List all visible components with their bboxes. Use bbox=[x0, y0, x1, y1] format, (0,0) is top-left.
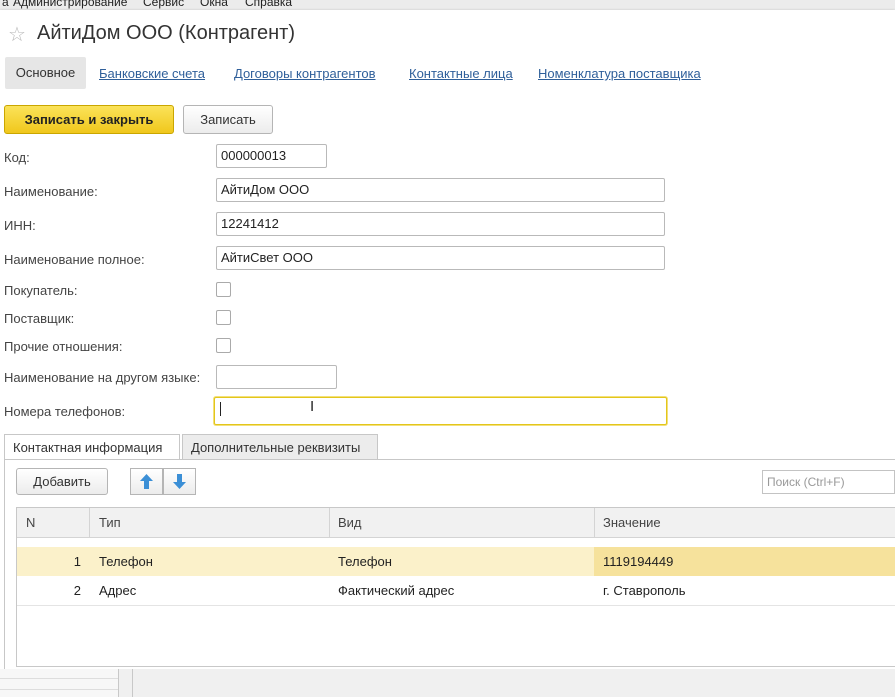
fullname-label: Наименование полное: bbox=[4, 252, 145, 267]
background-divider bbox=[132, 669, 133, 697]
row-value[interactable]: 1119194449 bbox=[603, 547, 673, 576]
phones-field[interactable] bbox=[214, 397, 667, 425]
table-header: N Тип Вид Значение bbox=[17, 508, 895, 538]
other-language-name-field[interactable] bbox=[216, 365, 337, 389]
menu-item-help[interactable]: Справка bbox=[245, 0, 292, 9]
main-menu-bar: а Администрирование Сервис Окна Справка bbox=[0, 0, 895, 10]
table-row[interactable]: 2 Адрес Фактический адрес г. Ставрополь bbox=[17, 576, 895, 605]
move-up-button[interactable] bbox=[130, 468, 163, 495]
row-value[interactable]: г. Ставрополь bbox=[603, 576, 686, 605]
row-divider bbox=[17, 605, 895, 606]
inn-field[interactable]: 12241412 bbox=[216, 212, 665, 236]
subtab-divider bbox=[4, 459, 895, 460]
favorite-star-icon[interactable]: ☆ bbox=[8, 22, 26, 47]
save-and-close-button[interactable]: Записать и закрыть bbox=[4, 105, 174, 134]
text-caret bbox=[220, 402, 221, 416]
other-relations-checkbox[interactable] bbox=[216, 338, 231, 353]
subtab-contact-info[interactable]: Контактная информация bbox=[4, 434, 180, 460]
tab-bank-accounts[interactable]: Банковские счета bbox=[99, 66, 205, 81]
menu-item-partial[interactable]: а bbox=[2, 0, 9, 9]
code-field[interactable]: 000000013 bbox=[216, 144, 327, 168]
menu-item-service[interactable]: Сервис bbox=[143, 0, 184, 9]
background-area bbox=[0, 669, 895, 697]
table-row[interactable]: 1 Телефон Телефон 1119194449 bbox=[17, 547, 895, 576]
tab-main[interactable]: Основное bbox=[5, 57, 86, 89]
form-title: АйтиДом ООО (Контрагент) bbox=[37, 22, 295, 44]
tab-supplier-nomenclature[interactable]: Номенклатура поставщика bbox=[538, 66, 701, 81]
column-header-value[interactable]: Значение bbox=[603, 508, 661, 537]
row-number: 1 bbox=[73, 554, 81, 569]
save-button[interactable]: Записать bbox=[183, 105, 273, 134]
name-label: Наименование: bbox=[4, 184, 98, 199]
arrow-up-icon bbox=[140, 474, 153, 489]
supplier-checkbox[interactable] bbox=[216, 310, 231, 325]
row-type: Адрес bbox=[99, 583, 137, 598]
name-field[interactable]: АйтиДом ООО bbox=[216, 178, 665, 202]
column-header-kind[interactable]: Вид bbox=[338, 508, 362, 537]
column-separator bbox=[89, 508, 90, 537]
phones-label: Номера телефонов: bbox=[4, 404, 126, 419]
menu-item-windows[interactable]: Окна bbox=[200, 0, 228, 9]
panel-left-border bbox=[4, 460, 5, 669]
form-window: ☆ АйтиДом ООО (Контрагент) Основное Банк… bbox=[0, 10, 895, 669]
other-relations-label: Прочие отношения: bbox=[4, 339, 123, 354]
inn-label: ИНН: bbox=[4, 218, 36, 233]
column-separator bbox=[329, 508, 330, 537]
row-number: 2 bbox=[73, 583, 81, 598]
buyer-checkbox[interactable] bbox=[216, 282, 231, 297]
code-label: Код: bbox=[4, 150, 30, 165]
column-header-n[interactable]: N bbox=[26, 508, 35, 537]
contact-info-table: N Тип Вид Значение 1 Телефон Телефон 111… bbox=[16, 507, 895, 667]
background-panel bbox=[0, 669, 119, 697]
menu-item-administration[interactable]: Администрирование bbox=[13, 0, 127, 9]
buyer-label: Покупатель: bbox=[4, 283, 78, 298]
add-contact-button[interactable]: Добавить bbox=[16, 468, 108, 495]
search-input[interactable]: Поиск (Ctrl+F) bbox=[762, 470, 895, 494]
fullname-field[interactable]: АйтиСвет ООО bbox=[216, 246, 665, 270]
other-language-name-label: Наименование на другом языке: bbox=[4, 370, 201, 385]
subtab-additional-props[interactable]: Дополнительные реквизиты bbox=[182, 434, 378, 460]
column-header-type[interactable]: Тип bbox=[99, 508, 121, 537]
supplier-label: Поставщик: bbox=[4, 311, 75, 326]
row-kind: Телефон bbox=[338, 554, 392, 569]
column-separator bbox=[594, 508, 595, 537]
tab-contracts[interactable]: Договоры контрагентов bbox=[234, 66, 376, 81]
mouse-ibeam-cursor-icon: I bbox=[310, 398, 315, 415]
arrow-down-icon bbox=[173, 474, 186, 489]
row-type: Телефон bbox=[99, 554, 153, 569]
tab-contact-persons[interactable]: Контактные лица bbox=[409, 66, 513, 81]
row-kind: Фактический адрес bbox=[338, 583, 455, 598]
move-down-button[interactable] bbox=[163, 468, 196, 495]
